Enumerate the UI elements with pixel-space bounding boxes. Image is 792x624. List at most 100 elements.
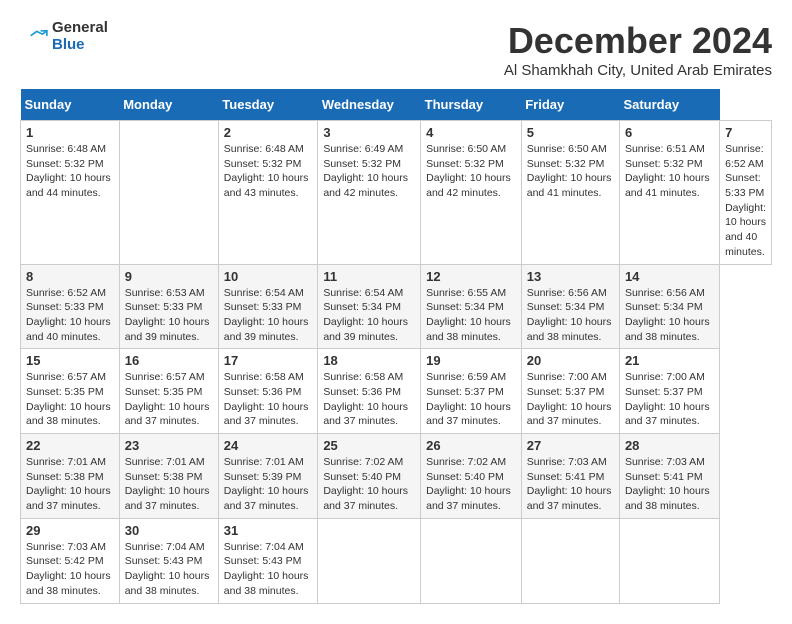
day-detail: Sunrise: 7:04 AM Sunset: 5:43 PM Dayligh…: [224, 540, 313, 599]
day-number: 26: [426, 438, 516, 453]
table-row: 19 Sunrise: 6:59 AM Sunset: 5:37 PM Dayl…: [421, 349, 522, 434]
day-number: 21: [625, 353, 714, 368]
day-number: 1: [26, 125, 114, 140]
month-title: December 2024: [504, 20, 772, 62]
table-row: 3 Sunrise: 6:49 AM Sunset: 5:32 PM Dayli…: [318, 121, 421, 265]
day-number: 12: [426, 269, 516, 284]
page-header: General Blue December 2024 Al Shamkhah C…: [20, 20, 772, 79]
header-friday: Friday: [521, 89, 619, 121]
day-number: 30: [125, 523, 213, 538]
header-monday: Monday: [119, 89, 218, 121]
day-detail: Sunrise: 6:57 AM Sunset: 5:35 PM Dayligh…: [125, 370, 213, 429]
day-number: 2: [224, 125, 313, 140]
table-row: 21 Sunrise: 7:00 AM Sunset: 5:37 PM Dayl…: [619, 349, 719, 434]
day-detail: Sunrise: 6:51 AM Sunset: 5:32 PM Dayligh…: [625, 142, 714, 201]
day-detail: Sunrise: 7:03 AM Sunset: 5:41 PM Dayligh…: [527, 455, 614, 514]
day-number: 5: [527, 125, 614, 140]
table-row: 11 Sunrise: 6:54 AM Sunset: 5:34 PM Dayl…: [318, 264, 421, 349]
logo: General Blue: [20, 20, 108, 53]
day-number: 10: [224, 269, 313, 284]
table-row: 5 Sunrise: 6:50 AM Sunset: 5:32 PM Dayli…: [521, 121, 619, 265]
day-number: 11: [323, 269, 415, 284]
logo-text-general: General: [52, 20, 108, 37]
day-detail: Sunrise: 6:56 AM Sunset: 5:34 PM Dayligh…: [625, 286, 714, 345]
day-number: 17: [224, 353, 313, 368]
table-row: 31 Sunrise: 7:04 AM Sunset: 5:43 PM Dayl…: [218, 518, 318, 603]
day-detail: Sunrise: 6:59 AM Sunset: 5:37 PM Dayligh…: [426, 370, 516, 429]
table-row: [421, 518, 522, 603]
day-detail: Sunrise: 6:50 AM Sunset: 5:32 PM Dayligh…: [527, 142, 614, 201]
day-number: 3: [323, 125, 415, 140]
day-number: 13: [527, 269, 614, 284]
day-detail: Sunrise: 6:54 AM Sunset: 5:34 PM Dayligh…: [323, 286, 415, 345]
calendar-week-5: 29 Sunrise: 7:03 AM Sunset: 5:42 PM Dayl…: [21, 518, 772, 603]
table-row: 20 Sunrise: 7:00 AM Sunset: 5:37 PM Dayl…: [521, 349, 619, 434]
day-detail: Sunrise: 6:55 AM Sunset: 5:34 PM Dayligh…: [426, 286, 516, 345]
table-row: 24 Sunrise: 7:01 AM Sunset: 5:39 PM Dayl…: [218, 434, 318, 519]
day-detail: Sunrise: 7:01 AM Sunset: 5:38 PM Dayligh…: [125, 455, 213, 514]
day-detail: Sunrise: 7:02 AM Sunset: 5:40 PM Dayligh…: [323, 455, 415, 514]
day-number: 25: [323, 438, 415, 453]
day-detail: Sunrise: 6:57 AM Sunset: 5:35 PM Dayligh…: [26, 370, 114, 429]
day-number: 24: [224, 438, 313, 453]
logo-bird-icon: [20, 23, 48, 51]
table-row: 26 Sunrise: 7:02 AM Sunset: 5:40 PM Dayl…: [421, 434, 522, 519]
day-number: 31: [224, 523, 313, 538]
calendar-week-3: 15 Sunrise: 6:57 AM Sunset: 5:35 PM Dayl…: [21, 349, 772, 434]
day-detail: Sunrise: 6:52 AM Sunset: 5:33 PM Dayligh…: [725, 142, 766, 260]
day-detail: Sunrise: 7:01 AM Sunset: 5:39 PM Dayligh…: [224, 455, 313, 514]
day-number: 20: [527, 353, 614, 368]
day-detail: Sunrise: 6:50 AM Sunset: 5:32 PM Dayligh…: [426, 142, 516, 201]
day-number: 6: [625, 125, 714, 140]
table-row: 16 Sunrise: 6:57 AM Sunset: 5:35 PM Dayl…: [119, 349, 218, 434]
day-detail: Sunrise: 7:04 AM Sunset: 5:43 PM Dayligh…: [125, 540, 213, 599]
day-number: 9: [125, 269, 213, 284]
day-number: 22: [26, 438, 114, 453]
table-row: [318, 518, 421, 603]
table-row: 10 Sunrise: 6:54 AM Sunset: 5:33 PM Dayl…: [218, 264, 318, 349]
day-detail: Sunrise: 6:49 AM Sunset: 5:32 PM Dayligh…: [323, 142, 415, 201]
header-thursday: Thursday: [421, 89, 522, 121]
day-number: 8: [26, 269, 114, 284]
table-row: 6 Sunrise: 6:51 AM Sunset: 5:32 PM Dayli…: [619, 121, 719, 265]
table-row: 1 Sunrise: 6:48 AM Sunset: 5:32 PM Dayli…: [21, 121, 120, 265]
day-number: 14: [625, 269, 714, 284]
day-number: 15: [26, 353, 114, 368]
day-number: 4: [426, 125, 516, 140]
calendar-week-4: 22 Sunrise: 7:01 AM Sunset: 5:38 PM Dayl…: [21, 434, 772, 519]
table-row: 30 Sunrise: 7:04 AM Sunset: 5:43 PM Dayl…: [119, 518, 218, 603]
day-detail: Sunrise: 7:00 AM Sunset: 5:37 PM Dayligh…: [527, 370, 614, 429]
day-detail: Sunrise: 6:56 AM Sunset: 5:34 PM Dayligh…: [527, 286, 614, 345]
day-number: 18: [323, 353, 415, 368]
table-row: 23 Sunrise: 7:01 AM Sunset: 5:38 PM Dayl…: [119, 434, 218, 519]
table-row: 8 Sunrise: 6:52 AM Sunset: 5:33 PM Dayli…: [21, 264, 120, 349]
day-number: 27: [527, 438, 614, 453]
table-row: [119, 121, 218, 265]
logo-text-blue: Blue: [52, 37, 108, 54]
calendar-table: Sunday Monday Tuesday Wednesday Thursday…: [20, 89, 772, 604]
title-section: December 2024 Al Shamkhah City, United A…: [504, 20, 772, 79]
table-row: 28 Sunrise: 7:03 AM Sunset: 5:41 PM Dayl…: [619, 434, 719, 519]
day-detail: Sunrise: 7:02 AM Sunset: 5:40 PM Dayligh…: [426, 455, 516, 514]
day-detail: Sunrise: 7:00 AM Sunset: 5:37 PM Dayligh…: [625, 370, 714, 429]
header-sunday: Sunday: [21, 89, 120, 121]
day-detail: Sunrise: 7:01 AM Sunset: 5:38 PM Dayligh…: [26, 455, 114, 514]
table-row: 18 Sunrise: 6:58 AM Sunset: 5:36 PM Dayl…: [318, 349, 421, 434]
table-row: 4 Sunrise: 6:50 AM Sunset: 5:32 PM Dayli…: [421, 121, 522, 265]
day-number: 19: [426, 353, 516, 368]
location-subtitle: Al Shamkhah City, United Arab Emirates: [504, 62, 772, 79]
day-number: 28: [625, 438, 714, 453]
table-row: 25 Sunrise: 7:02 AM Sunset: 5:40 PM Dayl…: [318, 434, 421, 519]
day-detail: Sunrise: 7:03 AM Sunset: 5:41 PM Dayligh…: [625, 455, 714, 514]
day-number: 16: [125, 353, 213, 368]
header-wednesday: Wednesday: [318, 89, 421, 121]
day-detail: Sunrise: 6:58 AM Sunset: 5:36 PM Dayligh…: [323, 370, 415, 429]
table-row: 9 Sunrise: 6:53 AM Sunset: 5:33 PM Dayli…: [119, 264, 218, 349]
day-detail: Sunrise: 6:48 AM Sunset: 5:32 PM Dayligh…: [224, 142, 313, 201]
table-row: [619, 518, 719, 603]
header-saturday: Saturday: [619, 89, 719, 121]
table-row: 7 Sunrise: 6:52 AM Sunset: 5:33 PM Dayli…: [720, 121, 772, 265]
table-row: 2 Sunrise: 6:48 AM Sunset: 5:32 PM Dayli…: [218, 121, 318, 265]
calendar-week-2: 8 Sunrise: 6:52 AM Sunset: 5:33 PM Dayli…: [21, 264, 772, 349]
calendar-week-1: 1 Sunrise: 6:48 AM Sunset: 5:32 PM Dayli…: [21, 121, 772, 265]
